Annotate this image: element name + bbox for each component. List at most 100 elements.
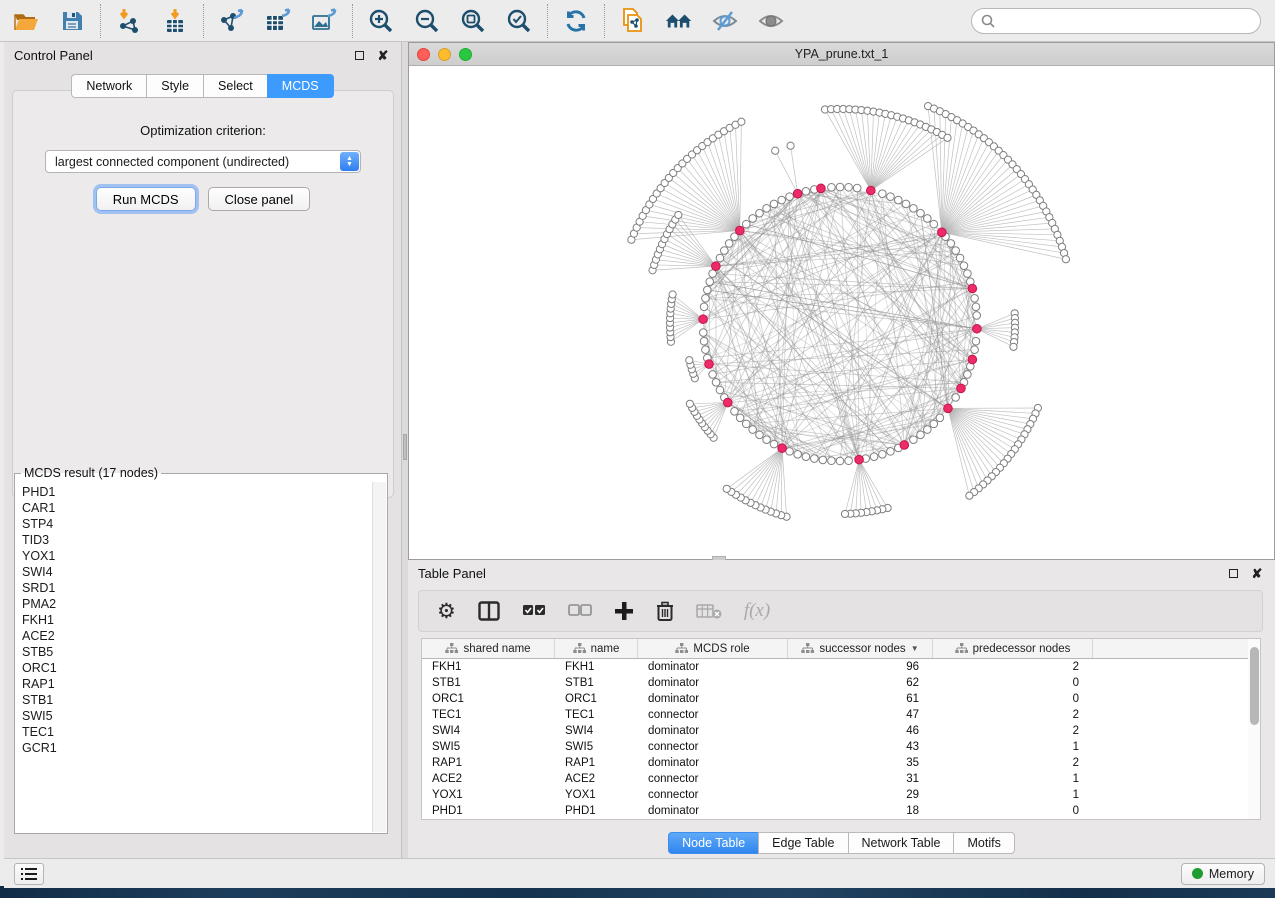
ring-node[interactable] [749, 426, 757, 434]
import-table-icon[interactable] [161, 7, 189, 35]
ring-node[interactable] [895, 196, 903, 204]
ring-node[interactable] [853, 184, 861, 192]
mcds-result-item[interactable]: SWI5 [22, 708, 372, 724]
mcds-hub-node[interactable] [705, 360, 714, 369]
window-maximize-icon[interactable] [459, 48, 472, 61]
ring-node[interactable] [952, 247, 960, 255]
ring-node[interactable] [725, 240, 733, 248]
ring-node[interactable] [870, 453, 878, 461]
leaf-node[interactable] [686, 400, 693, 407]
close-panel-button[interactable]: Close panel [208, 187, 311, 211]
table-row[interactable]: RAP1RAP1dominator352 [422, 755, 1258, 771]
mcds-hub-node[interactable] [699, 315, 708, 324]
ring-node[interactable] [964, 270, 972, 278]
ring-node[interactable] [879, 450, 887, 458]
export-image-icon[interactable] [310, 7, 338, 35]
mcds-hub-node[interactable] [944, 404, 953, 413]
ring-node[interactable] [786, 193, 794, 201]
leaf-node[interactable] [1010, 343, 1017, 350]
zoom-in-icon[interactable] [367, 7, 395, 35]
select-all-rows-icon[interactable] [522, 604, 546, 618]
ring-node[interactable] [700, 303, 708, 311]
mcds-result-item[interactable]: SWI4 [22, 564, 372, 580]
table-row[interactable]: STB1STB1dominator620 [422, 675, 1258, 691]
mcds-hub-node[interactable] [712, 262, 721, 271]
mcds-hub-node[interactable] [968, 355, 977, 364]
table-row[interactable]: ACE2ACE2connector311 [422, 771, 1258, 787]
mcds-result-item[interactable]: TEC1 [22, 724, 372, 740]
network-canvas[interactable] [409, 66, 1274, 559]
show-all-icon[interactable] [757, 7, 785, 35]
mcds-result-item[interactable]: TID3 [22, 532, 372, 548]
mcds-result-item[interactable]: PMA2 [22, 596, 372, 612]
leaf-node[interactable] [966, 492, 973, 499]
ring-node[interactable] [742, 220, 750, 228]
ring-node[interactable] [879, 190, 887, 198]
ring-node[interactable] [971, 346, 979, 354]
tab-edge-table[interactable]: Edge Table [758, 832, 847, 854]
table-scrollbar[interactable] [1248, 638, 1261, 820]
ring-node[interactable] [972, 337, 980, 345]
zoom-selected-icon[interactable] [505, 7, 533, 35]
mcds-result-item[interactable]: GCR1 [22, 740, 372, 756]
mcds-result-item[interactable]: YOX1 [22, 548, 372, 564]
leaf-node[interactable] [675, 211, 682, 218]
ring-node[interactable] [742, 420, 750, 428]
delete-column-icon[interactable] [656, 601, 674, 622]
mcds-result-item[interactable]: CAR1 [22, 500, 372, 516]
mcds-hub-node[interactable] [973, 324, 982, 333]
control-panel-float-button[interactable] [351, 47, 367, 63]
ring-node[interactable] [964, 371, 972, 379]
mcds-result-item[interactable]: SRD1 [22, 580, 372, 596]
window-close-icon[interactable] [417, 48, 430, 61]
ring-node[interactable] [736, 414, 744, 422]
mcds-hub-node[interactable] [778, 444, 787, 453]
ring-node[interactable] [749, 215, 757, 223]
table-row[interactable]: SWI5SWI5connector431 [422, 739, 1258, 755]
mcds-result-scrollbar[interactable] [372, 482, 386, 832]
tab-network[interactable]: Network [71, 74, 146, 98]
ring-node[interactable] [836, 183, 844, 191]
zoom-fit-icon[interactable] [459, 7, 487, 35]
table-row[interactable]: YOX1YOX1connector291 [422, 787, 1258, 803]
mcds-result-item[interactable]: STB1 [22, 692, 372, 708]
import-network-icon[interactable] [115, 7, 143, 35]
mcds-result-item[interactable]: ORC1 [22, 660, 372, 676]
table-row[interactable]: SWI4SWI4dominator462 [422, 723, 1258, 739]
column-header-shared-name[interactable]: shared name [422, 639, 555, 658]
column-header-predecessor-nodes[interactable]: predecessor nodes [933, 639, 1093, 658]
ring-node[interactable] [704, 286, 712, 294]
column-header-MCDS-role[interactable]: MCDS role [638, 639, 788, 658]
mcds-hub-node[interactable] [867, 186, 876, 195]
ring-node[interactable] [756, 209, 764, 217]
ring-node[interactable] [845, 457, 853, 465]
mcds-hub-node[interactable] [817, 184, 826, 193]
leaf-node[interactable] [669, 291, 676, 298]
ring-node[interactable] [786, 448, 794, 456]
leaf-node[interactable] [787, 142, 794, 149]
leaf-node[interactable] [723, 485, 730, 492]
mcds-hub-node[interactable] [855, 455, 864, 464]
ring-node[interactable] [972, 303, 980, 311]
mcds-hub-node[interactable] [957, 384, 966, 393]
ring-node[interactable] [712, 379, 720, 387]
window-minimize-icon[interactable] [438, 48, 451, 61]
ring-node[interactable] [802, 453, 810, 461]
ring-node[interactable] [917, 209, 925, 217]
ring-node[interactable] [770, 200, 778, 208]
open-file-icon[interactable] [12, 7, 40, 35]
tab-node-table[interactable]: Node Table [668, 832, 758, 854]
ring-node[interactable] [811, 455, 819, 463]
tab-motifs[interactable]: Motifs [953, 832, 1014, 854]
ring-node[interactable] [819, 456, 827, 464]
deselect-all-rows-icon[interactable] [568, 604, 592, 618]
hide-selected-icon[interactable] [711, 7, 739, 35]
ring-node[interactable] [706, 278, 714, 286]
mcds-result-item[interactable]: STB5 [22, 644, 372, 660]
ring-node[interactable] [700, 337, 708, 345]
apply-layout-icon[interactable] [562, 7, 590, 35]
ring-node[interactable] [699, 329, 707, 337]
clone-network-icon[interactable] [619, 7, 647, 35]
mcds-result-item[interactable]: ACE2 [22, 628, 372, 644]
column-header-successor-nodes[interactable]: successor nodes▼ [788, 639, 933, 658]
